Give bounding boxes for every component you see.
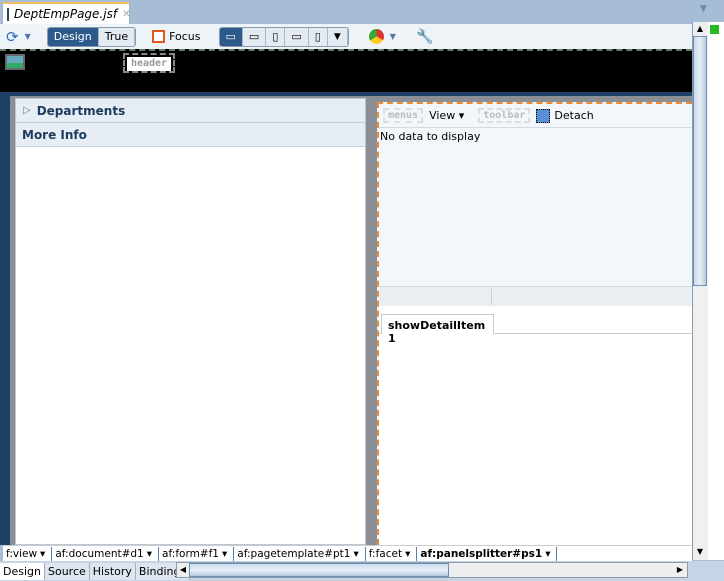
phone-portrait-icon[interactable]: ▯ — [308, 27, 328, 46]
breadcrumb-item[interactable]: af:pagetemplate#pt1 ▾ — [234, 546, 366, 561]
desktop-icon[interactable]: ▭ — [219, 27, 243, 46]
accordion-item-more-info[interactable]: More Info — [16, 123, 365, 147]
view-menu[interactable]: View ▾ — [429, 109, 464, 122]
refresh-icon[interactable]: ⟳ — [6, 28, 19, 46]
phone-landscape-icon[interactable]: ▭ — [285, 27, 309, 46]
scroll-down-button[interactable]: ▼ — [693, 545, 707, 559]
tab-show-detail-item-1[interactable]: showDetailItem 1 — [381, 314, 494, 345]
editor-tab-title: DeptEmpPage.jsf — [14, 7, 118, 21]
accordion-item-departments[interactable]: ▷ Departments — [16, 99, 365, 123]
scroll-left-button[interactable]: ◀ — [177, 563, 189, 577]
close-icon[interactable]: ✕ — [122, 9, 130, 20]
panel-collection-toolbar: menus View ▾ toolbar Detach — [379, 104, 692, 128]
header-region — [0, 49, 692, 92]
tab-source[interactable]: Source — [44, 562, 90, 580]
vertical-scroll-thumb[interactable] — [693, 36, 707, 286]
view-mode-toggle: Design True — [46, 26, 137, 47]
menus-facet[interactable]: menus — [383, 108, 424, 123]
collapse-icon[interactable]: ▼ — [700, 4, 707, 14]
status-indicator-icon — [710, 25, 719, 34]
focus-icon — [152, 30, 166, 43]
breadcrumb-item[interactable]: af:form#f1 ▾ — [159, 546, 235, 561]
horizontal-scroll-thumb[interactable] — [189, 563, 449, 577]
breadcrumb-item-current[interactable]: af:panelsplitter#ps1 ▾ — [417, 546, 558, 561]
breadcrumb: f:view ▾ af:document#d1 ▾ af:form#f1 ▾ af:p… — [3, 545, 692, 561]
breadcrumb-item[interactable]: f:facet ▾ — [366, 546, 418, 561]
image-icon — [5, 54, 25, 70]
chevron-down-icon[interactable]: ▼ — [327, 27, 348, 46]
true-mode-button[interactable]: True — [98, 27, 136, 46]
toolbar-facet[interactable]: toolbar — [478, 108, 531, 123]
design-mode-button[interactable]: Design — [47, 27, 99, 46]
header-facet[interactable]: header — [123, 53, 175, 73]
device-selector: ▭ ▭ ▯ ▭ ▯ ▼ — [218, 26, 349, 47]
wrench-icon[interactable]: 🔧 — [416, 29, 433, 45]
focus-button[interactable]: Focus — [152, 30, 201, 43]
focus-label: Focus — [169, 30, 201, 43]
breadcrumb-item[interactable]: f:view ▾ — [3, 546, 53, 561]
status-strip — [708, 22, 724, 560]
scroll-up-button[interactable]: ▲ — [693, 22, 707, 36]
scroll-right-button[interactable]: ▶ — [674, 563, 686, 577]
breadcrumb-item[interactable]: af:document#d1 ▾ — [52, 546, 160, 561]
detach-icon — [536, 108, 551, 123]
chevron-down-icon[interactable]: ▼ — [25, 32, 31, 41]
left-accordion: ▷ Departments More Info — [15, 98, 366, 545]
browser-icon[interactable] — [368, 29, 384, 44]
tab-design[interactable]: Design — [0, 562, 45, 580]
empty-table-message: No data to display — [380, 130, 481, 143]
editor-tab[interactable]: DeptEmpPage.jsf ✕ — [2, 2, 130, 24]
editor-toolbar: ⟳ ▼ Design True Focus ▭ ▭ ▯ ▭ ▯ ▼ ▼ 🔧 — [0, 24, 692, 49]
panel-tabbed — [379, 306, 692, 545]
table-footer — [379, 286, 692, 306]
detach-button[interactable]: Detach — [536, 108, 594, 123]
chevron-right-icon: ▷ — [23, 105, 31, 116]
tab-history[interactable]: History — [89, 562, 136, 580]
tablet-landscape-icon[interactable]: ▭ — [242, 27, 267, 46]
chevron-down-icon[interactable]: ▼ — [390, 32, 396, 41]
jsf-file-icon — [7, 7, 9, 21]
tablet-portrait-icon[interactable]: ▯ — [266, 27, 286, 46]
